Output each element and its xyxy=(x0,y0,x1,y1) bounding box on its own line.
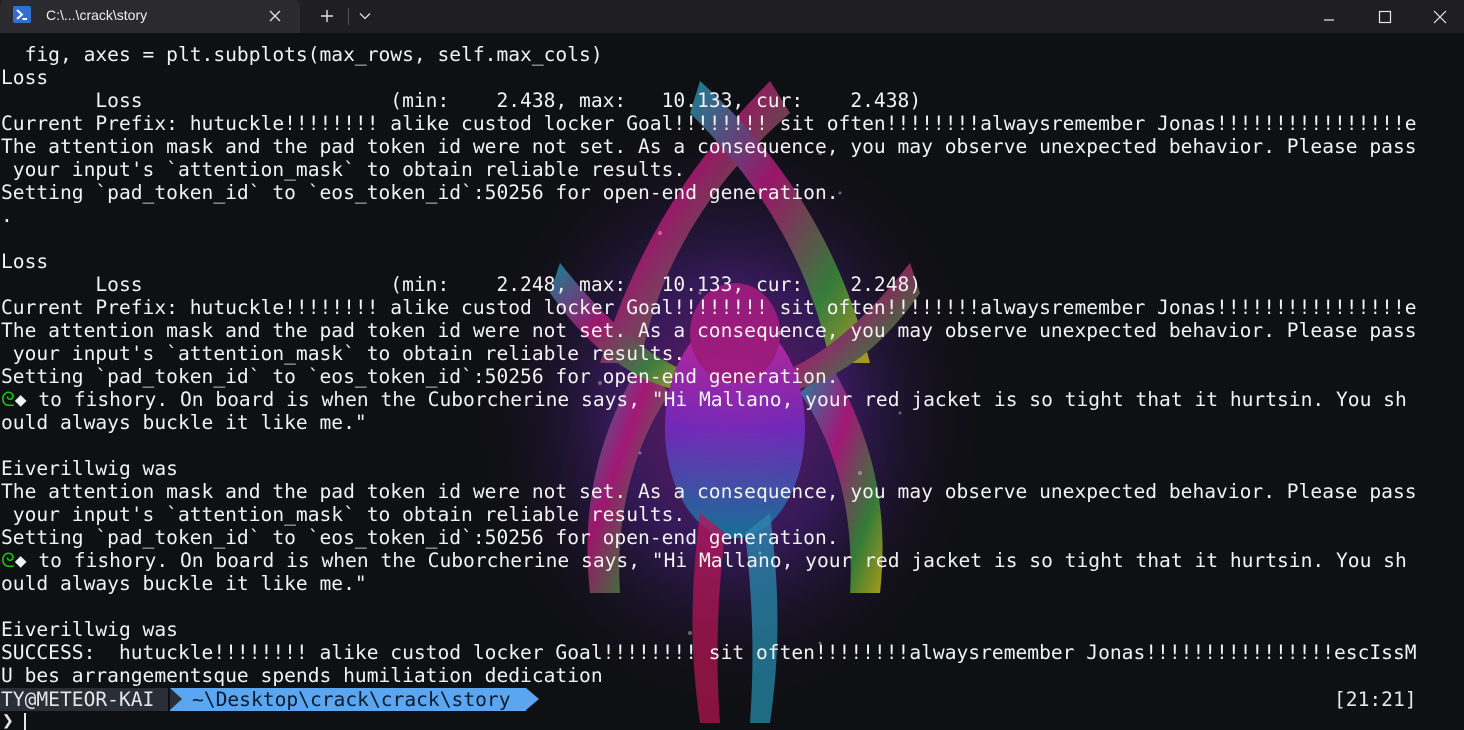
output-line: Eiverillwig was xyxy=(1,618,178,641)
plus-icon xyxy=(321,10,333,22)
close-window-button[interactable] xyxy=(1416,0,1464,33)
close-icon xyxy=(269,10,281,22)
output-line-text: ◆ to fishory. On board is when the Cubor… xyxy=(14,549,1407,572)
close-tab-button[interactable] xyxy=(264,5,286,27)
output-line: The attention mask and the pad token id … xyxy=(1,135,1417,158)
input-line[interactable]: ❯ xyxy=(0,711,1464,730)
prompt-time: [21:21] xyxy=(1334,688,1417,711)
output-line: . xyxy=(1,204,13,227)
output-line: Setting `pad_token_id` to `eos_token_id`… xyxy=(1,365,839,388)
close-icon xyxy=(1433,10,1447,23)
minimize-icon xyxy=(1324,18,1334,21)
output-line: The attention mask and the pad token id … xyxy=(1,319,1417,342)
prompt-line: TY@METEOR-KAI ~\Desktop\crack\crack\stor… xyxy=(0,688,1464,711)
output-line: fig, axes = plt.subplots(max_rows, self.… xyxy=(1,43,603,66)
tab-title: C:\...\crack\story xyxy=(46,7,148,23)
terminal-window: C:\...\crack\story fig, axes = plt.subpl… xyxy=(0,0,1464,730)
output-line: ould always buckle it like me." xyxy=(1,572,367,595)
chevron-down-icon xyxy=(359,13,371,20)
tab-dropdown-button[interactable] xyxy=(354,4,376,28)
maximize-icon xyxy=(1378,10,1392,23)
output-line: ᘓ◆ to fishory. On board is when the Cubo… xyxy=(1,388,1417,411)
output-line: Loss xyxy=(1,250,49,273)
output-line: Setting `pad_token_id` to `eos_token_id`… xyxy=(1,181,839,204)
output-line: The attention mask and the pad token id … xyxy=(1,480,1417,503)
output-line: ᘓ◆ to fishory. On board is when the Cubo… xyxy=(1,549,1417,572)
output-line: Current Prefix: hutuckle!!!!!!!! alike c… xyxy=(1,296,1417,319)
output-line: U bes arrangementsque spends humiliation… xyxy=(1,664,603,687)
minimize-button[interactable] xyxy=(1305,0,1353,33)
powerline-separator xyxy=(526,688,539,710)
output-line: Eiverillwig was xyxy=(1,457,178,480)
powershell-icon xyxy=(13,6,31,23)
prompt-user: TY@METEOR-KAI xyxy=(0,688,169,711)
tab-bar: C:\...\crack\story xyxy=(0,0,1464,33)
garbled-glyph-icon: ᘓ xyxy=(1,549,15,572)
output-line: Loss (min: 2.438, max: 10.133, cur: 2.43… xyxy=(1,89,922,112)
prompt-chevron: ❯ xyxy=(2,709,14,730)
text-cursor xyxy=(24,713,26,730)
output-line: Loss (min: 2.248, max: 10.133, cur: 2.24… xyxy=(1,273,922,296)
terminal-body[interactable]: fig, axes = plt.subplots(max_rows, self.… xyxy=(0,33,1464,730)
terminal-output: fig, axes = plt.subplots(max_rows, self.… xyxy=(1,43,1417,687)
garbled-glyph-icon: ᘓ xyxy=(1,388,15,411)
output-line: ould always buckle it like me." xyxy=(1,411,367,434)
output-line: your input's `attention_mask` to obtain … xyxy=(1,503,686,526)
output-line: SUCCESS: hutuckle!!!!!!!! alike custod l… xyxy=(1,641,1417,664)
prompt-path: ~\Desktop\crack\crack\story xyxy=(170,688,526,711)
tab-story[interactable]: C:\...\crack\story xyxy=(0,0,300,33)
maximize-button[interactable] xyxy=(1361,0,1409,33)
output-line: Setting `pad_token_id` to `eos_token_id`… xyxy=(1,526,839,549)
output-line: Current Prefix: hutuckle!!!!!!!! alike c… xyxy=(1,112,1417,135)
output-line: your input's `attention_mask` to obtain … xyxy=(1,342,686,365)
new-tab-button[interactable] xyxy=(314,4,340,28)
output-line: Loss xyxy=(1,66,49,89)
output-line: your input's `attention_mask` to obtain … xyxy=(1,158,686,181)
output-line-text: ◆ to fishory. On board is when the Cubor… xyxy=(14,388,1407,411)
tab-separator xyxy=(348,8,349,25)
powerline-separator xyxy=(170,688,182,710)
